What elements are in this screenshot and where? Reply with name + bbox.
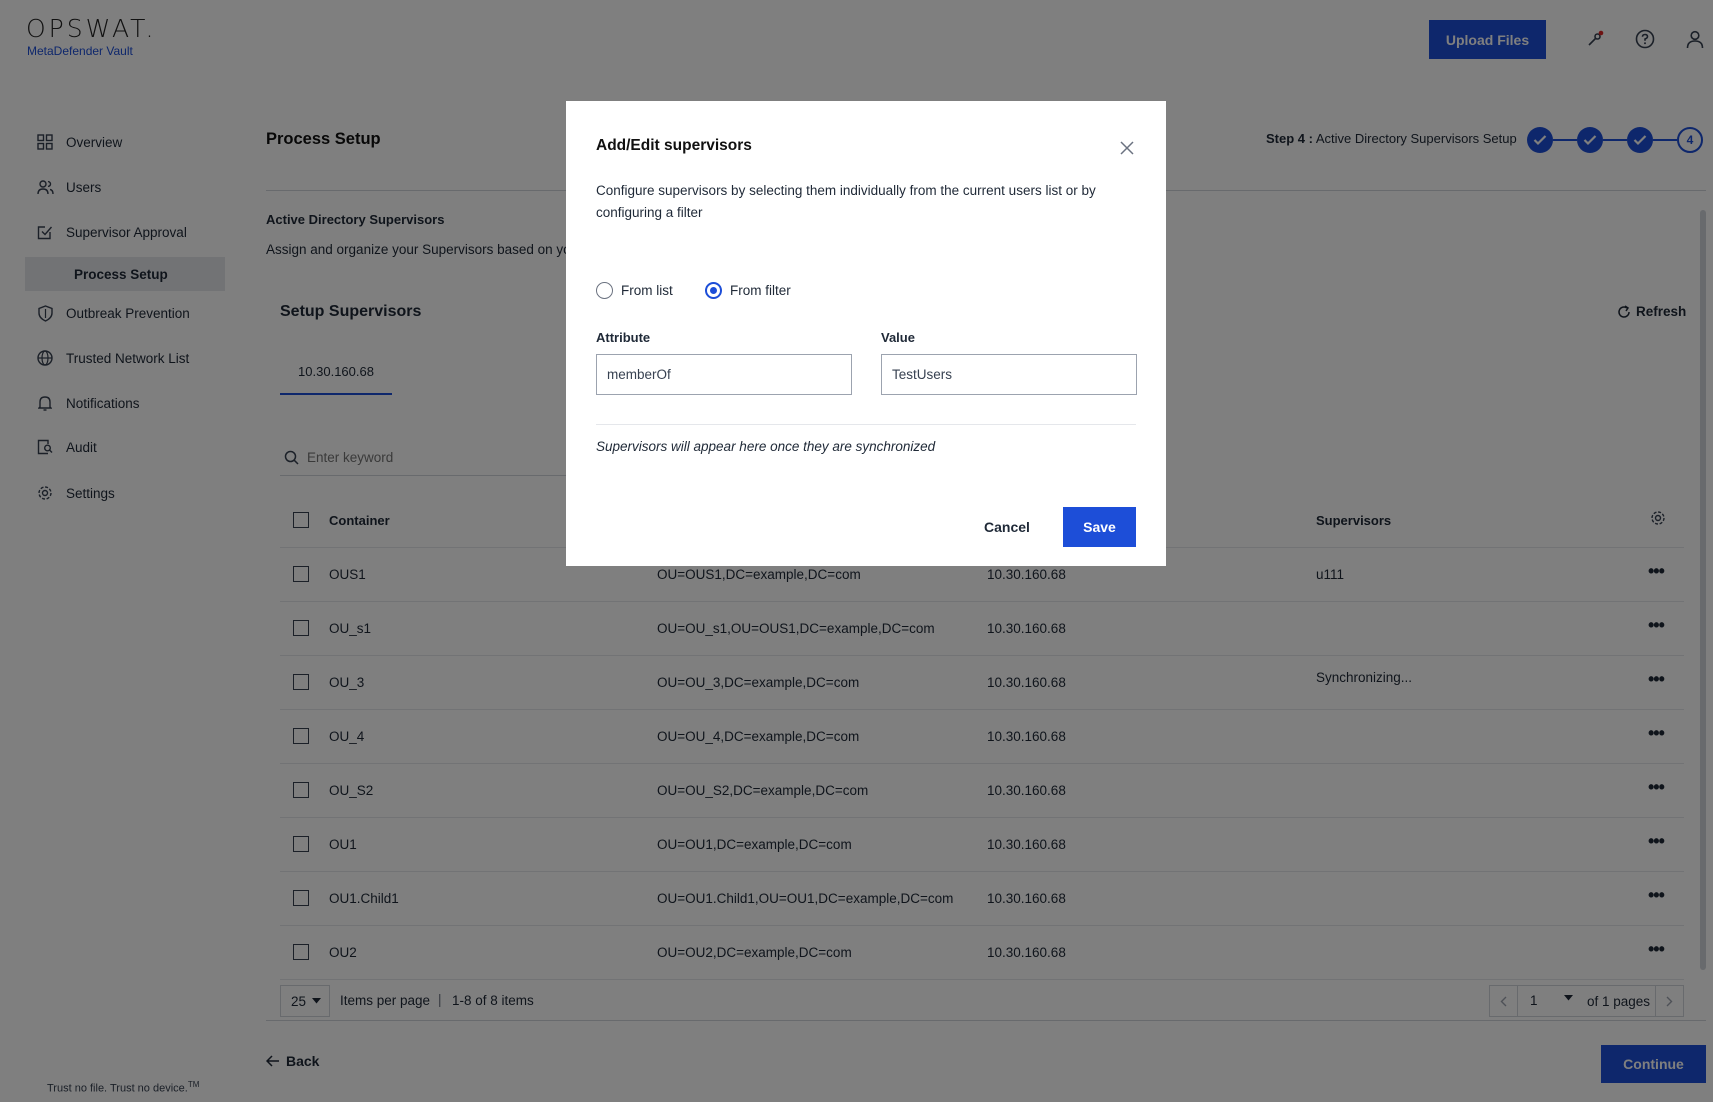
attribute-label: Attribute bbox=[596, 330, 651, 345]
radio-from-filter[interactable]: From filter bbox=[705, 282, 791, 299]
save-button[interactable]: Save bbox=[1063, 507, 1136, 547]
dialog-description: Configure supervisors by selecting them … bbox=[596, 183, 1096, 220]
radio-button-from-list[interactable] bbox=[596, 282, 613, 299]
sync-note: Supervisors will appear here once they a… bbox=[596, 439, 936, 454]
radio-from-list[interactable]: From list bbox=[596, 282, 673, 299]
cancel-button[interactable]: Cancel bbox=[970, 508, 1044, 546]
value-label: Value bbox=[881, 330, 915, 345]
dialog-title: Add/Edit supervisors bbox=[596, 137, 752, 154]
value-input[interactable] bbox=[881, 354, 1137, 395]
attribute-input[interactable] bbox=[596, 354, 852, 395]
radio-button-from-filter[interactable] bbox=[705, 282, 722, 299]
close-icon[interactable] bbox=[1116, 137, 1138, 159]
divider bbox=[596, 424, 1136, 425]
add-edit-supervisors-dialog: Add/Edit supervisors Configure superviso… bbox=[566, 101, 1166, 566]
